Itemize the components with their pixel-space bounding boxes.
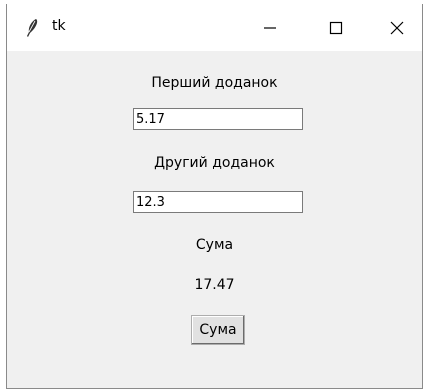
feather-icon [24,18,40,38]
maximize-icon [329,21,343,34]
title-bar[interactable]: tk [7,4,422,51]
sum-button[interactable]: Сума [191,315,245,345]
minimize-button[interactable] [241,4,299,51]
sum-label: Сума [195,237,234,253]
first-addend-label: Перший доданок [151,75,278,91]
second-addend-label: Другий доданок [154,155,275,171]
window-title: tk [52,18,66,34]
second-addend-input[interactable] [133,191,303,213]
close-button[interactable] [368,4,426,51]
close-icon [390,21,404,34]
first-addend-input[interactable] [133,108,303,130]
sum-result: 17.47 [194,277,235,293]
maximize-button[interactable] [307,4,365,51]
tk-window: tk Перший доданок Другий доданок Сума 17… [6,4,423,389]
minimize-icon [264,26,276,29]
form-area: Перший доданок Другий доданок Сума 17.47… [7,51,422,388]
